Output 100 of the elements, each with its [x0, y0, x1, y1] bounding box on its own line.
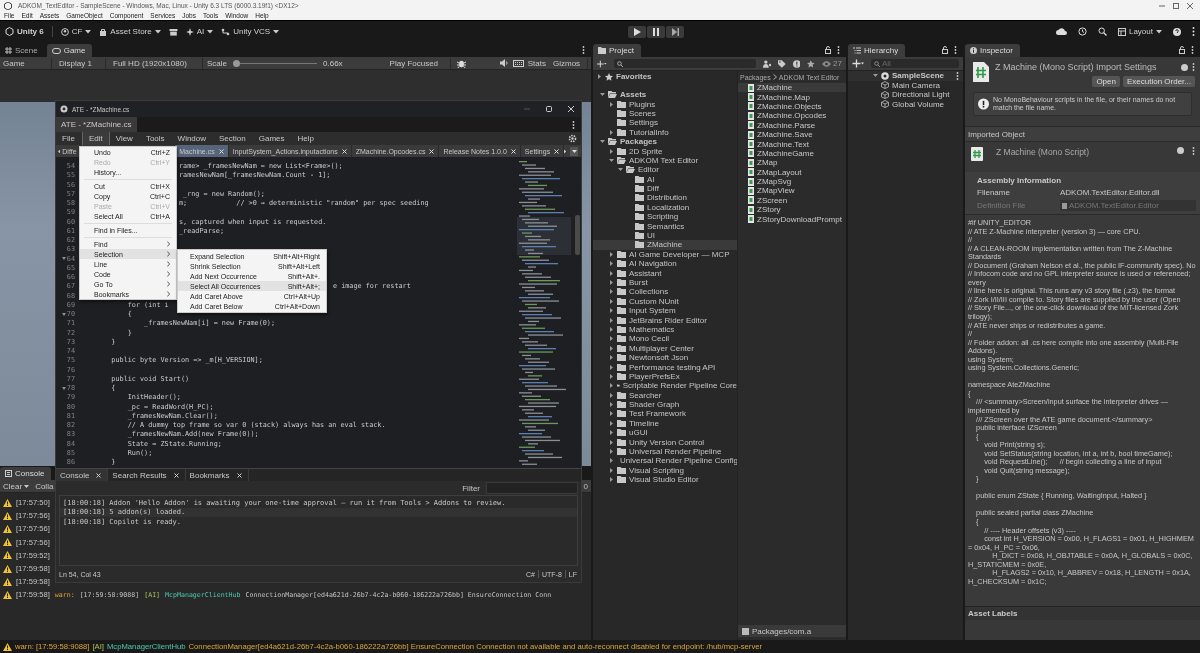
- search-field[interactable]: [613, 59, 756, 68]
- tree-item[interactable]: Collections: [593, 287, 737, 297]
- game-object-item[interactable]: Directional Light: [892, 90, 950, 100]
- game-object-item[interactable]: Main Camera: [892, 80, 940, 90]
- account-button[interactable]: Unity 6: [5, 27, 44, 36]
- tree-item[interactable]: Custom NUnit: [593, 296, 737, 306]
- help-icon[interactable]: [1181, 63, 1188, 71]
- scale-slider[interactable]: [231, 58, 319, 68]
- tree-item[interactable]: Performance testing API: [593, 362, 737, 372]
- expand-arrow-icon[interactable]: [873, 73, 878, 79]
- asset-entry[interactable]: ZScreen: [738, 195, 846, 206]
- scroll-right-icon[interactable]: [564, 148, 567, 154]
- tree-item[interactable]: Scriptable Render Pipeline Core: [593, 381, 737, 391]
- more-icon[interactable]: [956, 71, 959, 80]
- expand-arrow-icon[interactable]: [609, 280, 614, 285]
- expand-arrow-icon[interactable]: [600, 92, 605, 98]
- expand-arrow-icon[interactable]: [609, 355, 614, 361]
- inspector-button[interactable]: Execution Order...: [1122, 76, 1195, 87]
- expand-arrow-icon[interactable]: [609, 101, 614, 107]
- expand-arrow-icon[interactable]: [609, 317, 614, 323]
- more-icon[interactable]: [1192, 63, 1195, 71]
- asset-entry[interactable]: ZMachine.Parse: [738, 120, 846, 130]
- inspector-tab[interactable]: Inspector: [965, 44, 1020, 57]
- tree-item[interactable]: Universal Render Pipeline Config: [593, 456, 737, 466]
- tree-item[interactable]: Plugins: [593, 99, 737, 109]
- search-icon[interactable]: [1097, 27, 1107, 36]
- tree-item[interactable]: 2D Sprite: [593, 146, 737, 156]
- tree-item[interactable]: UI: [593, 230, 737, 241]
- display-dropdown[interactable]: Display 1: [56, 57, 106, 69]
- tree-item[interactable]: Diff: [593, 183, 737, 194]
- tree-item[interactable]: Burst: [593, 277, 737, 288]
- close-icon[interactable]: [1186, 1, 1194, 10]
- menu-item[interactable]: Edit: [81, 132, 110, 145]
- asset-entry[interactable]: ZMachine: [738, 83, 846, 93]
- expand-arrow-icon[interactable]: [609, 477, 614, 483]
- asset-entry[interactable]: ZMapLayout: [738, 167, 846, 177]
- expand-arrow-icon[interactable]: [609, 449, 614, 454]
- view-tab[interactable]: Scene: [0, 44, 45, 57]
- speaker-icon[interactable]: [499, 59, 509, 67]
- menu-item[interactable]: Help: [291, 132, 321, 145]
- menu-item[interactable]: View: [109, 132, 140, 145]
- expand-arrow-icon[interactable]: [609, 467, 614, 473]
- panel-tab[interactable]: Console: [56, 469, 109, 481]
- expand-arrow-icon[interactable]: [609, 298, 614, 304]
- menu-item[interactable]: File: [56, 132, 82, 145]
- menu-item[interactable]: Window: [171, 132, 214, 145]
- tree-item[interactable]: Searcher: [593, 390, 737, 400]
- mode-dropdown[interactable]: Game: [0, 57, 52, 69]
- tree-item[interactable]: Settings: [593, 118, 737, 128]
- expand-arrow-icon[interactable]: [609, 373, 614, 379]
- console-tab[interactable]: Console: [0, 467, 52, 480]
- more-icon[interactable]: [837, 45, 840, 54]
- expand-arrow-icon[interactable]: [609, 420, 614, 426]
- fold-icon[interactable]: [61, 386, 66, 390]
- game-object-item[interactable]: Global Volume: [892, 99, 945, 109]
- expand-arrow-icon[interactable]: [609, 157, 614, 163]
- expand-arrow-icon[interactable]: [609, 383, 614, 389]
- stats-toggle[interactable]: Stats: [527, 58, 546, 68]
- fold-icon[interactable]: [61, 312, 66, 316]
- vcs-dropdown[interactable]: Unity VCS: [221, 27, 280, 36]
- help-icon[interactable]: [1177, 147, 1184, 154]
- asset-entry[interactable]: ZMachine.Text: [738, 139, 846, 149]
- expand-arrow-icon[interactable]: [609, 270, 614, 276]
- expand-arrow-icon[interactable]: [618, 167, 623, 173]
- tree-item[interactable]: Unity Version Control: [593, 437, 737, 447]
- lock-icon[interactable]: [942, 45, 948, 54]
- tree-item[interactable]: Shader Graph: [593, 399, 737, 410]
- expand-arrow-icon[interactable]: [609, 439, 614, 445]
- expand-arrow-icon[interactable]: [609, 402, 614, 408]
- package-icon[interactable]: [168, 27, 178, 36]
- tree-item[interactable]: Assistant: [593, 268, 737, 278]
- tree-item[interactable]: Mathematics: [593, 324, 737, 335]
- tree-item[interactable]: AI Navigation: [593, 259, 737, 269]
- tree-item[interactable]: Test Framework: [593, 409, 737, 419]
- expand-arrow-icon[interactable]: [597, 74, 602, 80]
- step-button[interactable]: [666, 25, 684, 38]
- tree-item[interactable]: ADKOM Text Editor: [593, 155, 737, 166]
- pause-button[interactable]: [647, 25, 665, 38]
- panel-tab[interactable]: Bookmarks: [185, 469, 249, 481]
- expand-arrow-icon[interactable]: [609, 392, 614, 398]
- menu-item[interactable]: Section: [213, 132, 253, 145]
- fold-icon[interactable]: [61, 257, 66, 261]
- tag-icon[interactable]: [778, 59, 786, 68]
- tree-item[interactable]: Multiplayer Center: [593, 343, 737, 353]
- tree-item[interactable]: Visual Scripting: [593, 465, 737, 475]
- tree-item[interactable]: Universal Render Pipeline: [593, 446, 737, 457]
- tree-item[interactable]: Scripting: [593, 212, 737, 222]
- expand-arrow-icon[interactable]: [609, 364, 614, 370]
- history-icon[interactable]: [1077, 27, 1087, 36]
- more-icon[interactable]: [582, 45, 585, 54]
- expand-arrow-icon[interactable]: [609, 336, 614, 342]
- menu-item[interactable]: Tools: [139, 132, 172, 145]
- tree-item[interactable]: Packages: [593, 136, 737, 147]
- gizmos-dropdown[interactable]: Gizmos: [550, 57, 588, 69]
- tree-item[interactable]: JetBrains Rider Editor: [593, 315, 737, 325]
- inspector-button[interactable]: Open: [1092, 76, 1120, 87]
- expand-arrow-icon[interactable]: [609, 430, 614, 436]
- lock-icon[interactable]: [825, 45, 831, 54]
- project-tab[interactable]: Project: [593, 44, 641, 57]
- tree-item[interactable]: Visual Studio Editor: [593, 475, 737, 485]
